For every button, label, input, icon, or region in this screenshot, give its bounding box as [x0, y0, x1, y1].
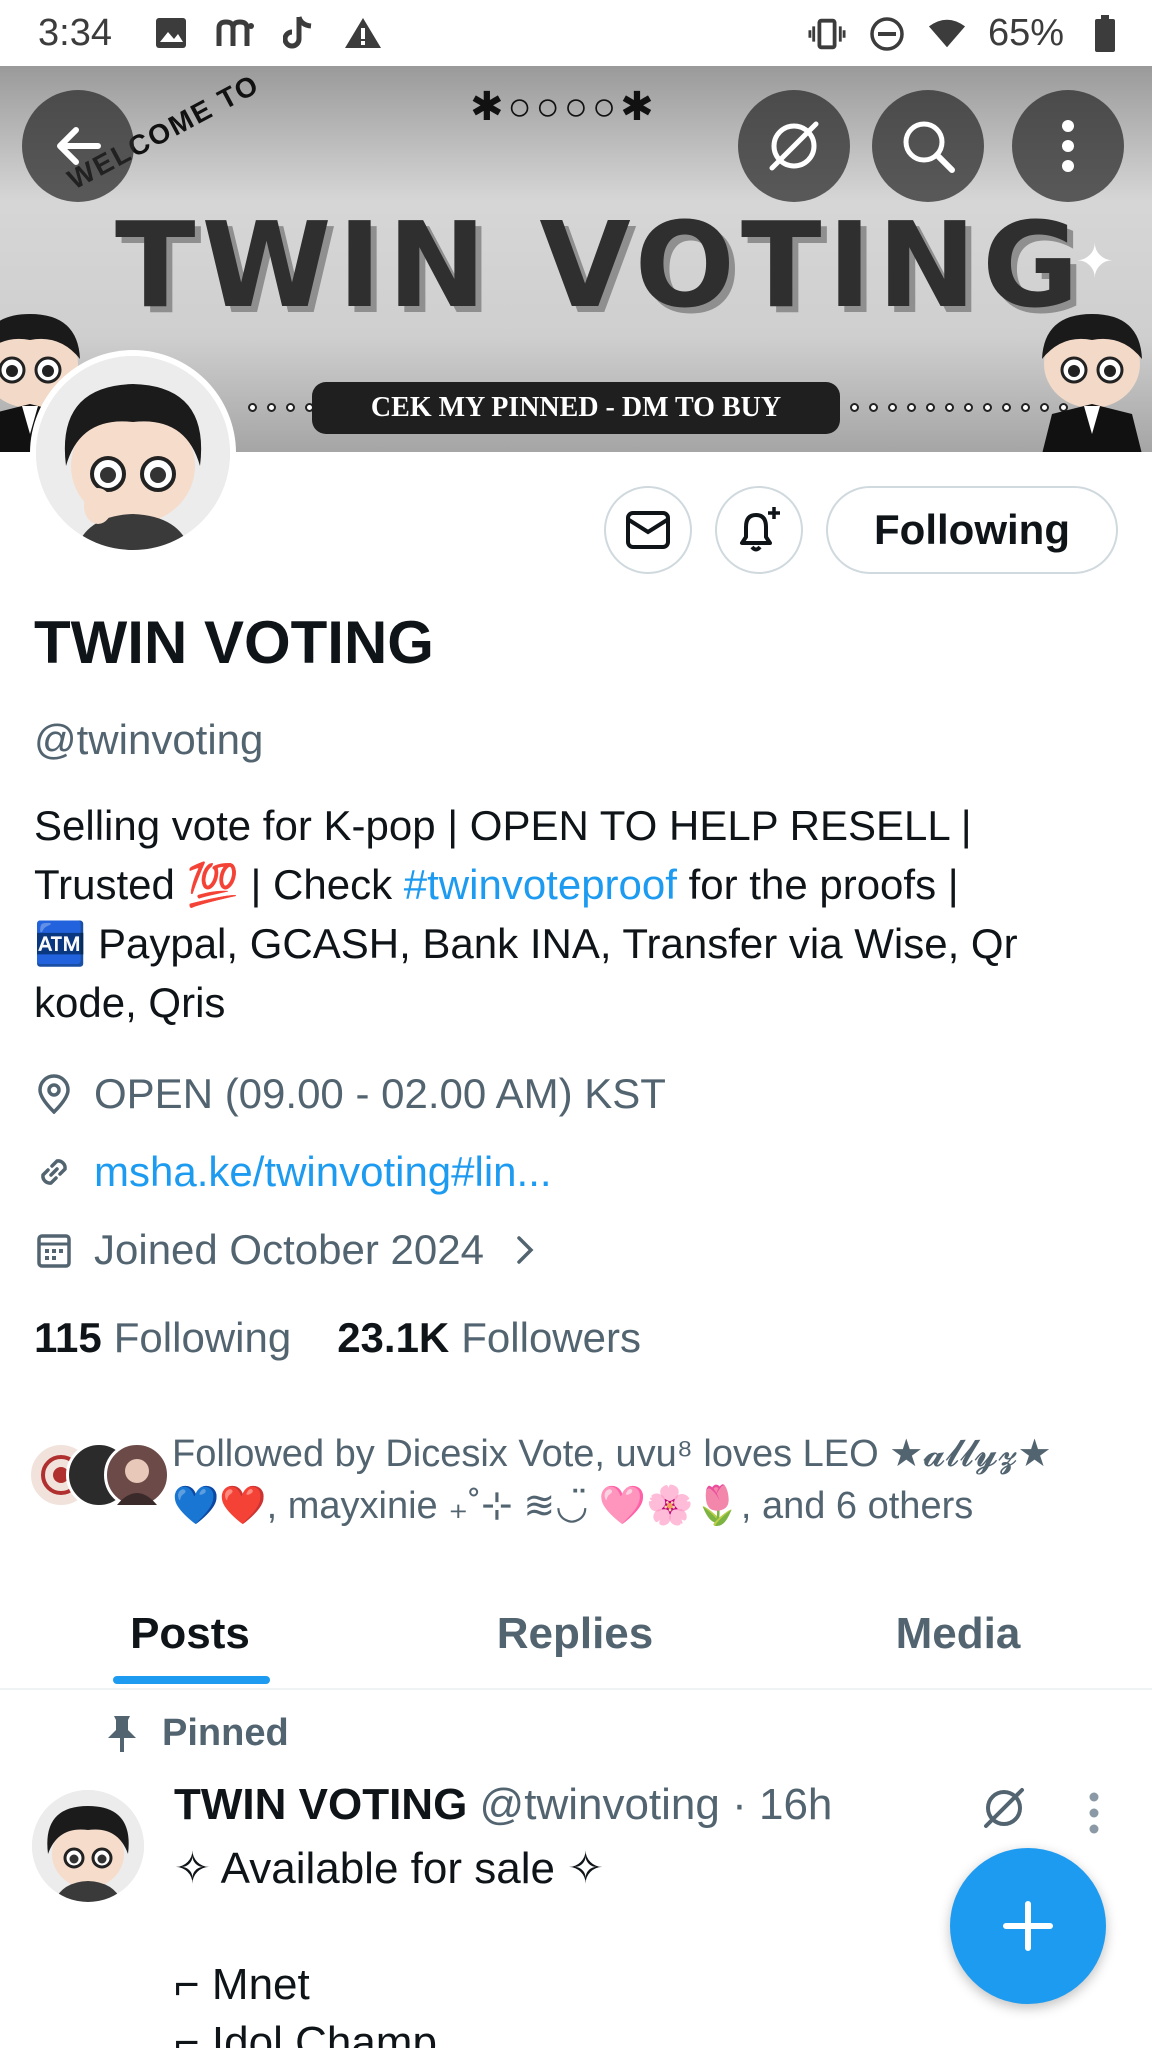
compose-button[interactable]	[950, 1848, 1106, 2004]
more-vertical-icon	[1062, 120, 1074, 172]
calendar-icon	[34, 1230, 74, 1270]
banner-decoration: ✱○○○○✱	[470, 85, 658, 129]
profile-avatar[interactable]	[30, 350, 236, 556]
m-app-icon	[216, 14, 254, 52]
website-link[interactable]: msha.ke/twinvoting#lin...	[94, 1148, 552, 1196]
location-pin-icon	[34, 1074, 74, 1114]
follower-avatar	[104, 1442, 170, 1508]
arrow-left-icon	[57, 127, 101, 165]
more-options-button[interactable]	[1012, 90, 1124, 202]
bio-line: kode, Qris	[34, 979, 226, 1026]
location-text: OPEN (09.00 - 02.00 AM) KST	[94, 1070, 666, 1117]
tab-posts[interactable]: Posts	[40, 1578, 340, 1690]
grok-icon[interactable]	[978, 1782, 1030, 1834]
following-label: Following	[113, 1314, 292, 1361]
follow-counts: 115 Following 23.1K Followers	[34, 1314, 641, 1362]
post-author-meta: @twinvoting · 16h	[479, 1780, 833, 1829]
bio-text: for the proofs |	[676, 861, 959, 908]
profile-handle: @twinvoting	[34, 716, 264, 763]
back-button[interactable]	[22, 90, 134, 202]
grok-icon	[769, 121, 819, 171]
grok-button[interactable]	[738, 90, 850, 202]
dnd-icon	[868, 15, 906, 53]
bio-line: Selling vote for K-pop | OPEN TO HELP RE…	[34, 802, 972, 849]
joined-row[interactable]: Joined October 2024	[34, 1226, 540, 1274]
post-body: ✧ Available for sale ✧ ⌐ Mnet ⌐ Idol Cha…	[174, 1844, 605, 2048]
display-name: TWIN VOTING	[34, 609, 434, 676]
sparkle-icon: ✦	[1075, 235, 1114, 287]
pinned-label: Pinned	[162, 1712, 289, 1754]
post-author-avatar[interactable]	[32, 1790, 144, 1902]
chevron-right-icon	[517, 1236, 534, 1264]
hashtag-link[interactable]: #twinvoteproof	[404, 861, 677, 908]
pin-icon	[108, 1715, 136, 1752]
more-vertical-icon[interactable]	[1080, 1790, 1108, 1836]
followed-by-line: 💙❤️, mayxinie ₊˚⊹ ≋◡̈ 🩷🌸🌷, and 6 others	[172, 1485, 974, 1527]
bio-text: Trusted 💯 | Check	[34, 861, 404, 908]
message-button[interactable]	[604, 486, 692, 574]
bell-plus-icon	[740, 507, 780, 552]
vibrate-icon	[808, 15, 846, 53]
joined-text: Joined October 2024	[94, 1226, 484, 1273]
tab-media[interactable]: Media	[808, 1578, 1108, 1690]
post-header: TWIN VOTING @twinvoting · 16h	[174, 1780, 832, 1830]
chibi-character-right	[1042, 314, 1142, 452]
banner-pill: CEK MY PINNED - DM TO BUY	[312, 382, 840, 434]
link-icon	[34, 1152, 74, 1192]
status-time: 3:34	[38, 12, 112, 54]
wifi-icon	[928, 15, 966, 53]
system-icons: 65%	[808, 12, 1124, 55]
search-icon	[903, 121, 955, 173]
post-author-name[interactable]: TWIN VOTING	[174, 1780, 467, 1829]
active-tab-indicator	[113, 1676, 270, 1684]
avatar-image	[36, 356, 230, 550]
followed-by-avatars	[28, 1442, 170, 1512]
followers-label: Followers	[461, 1314, 641, 1361]
bio-line: Trusted 💯 | Check #twinvoteproof for the…	[34, 855, 1124, 914]
location-row: OPEN (09.00 - 02.00 AM) KST	[34, 1070, 666, 1118]
banner-title: TWIN VOTING	[115, 196, 1085, 334]
following-count: 115	[34, 1314, 102, 1361]
tiktok-icon	[280, 14, 318, 52]
profile-tabs: Posts Replies Media	[0, 1578, 1152, 1690]
tab-replies[interactable]: Replies	[425, 1578, 725, 1690]
followed-by-line: Followed by Dicesix Vote, uvu⁸ loves LEO…	[172, 1433, 1052, 1475]
status-bar: 3:34 65%	[0, 0, 1152, 66]
search-button[interactable]	[872, 90, 984, 202]
followed-by-text: Followed by Dicesix Vote, uvu⁸ loves LEO…	[172, 1428, 1122, 1532]
followers-count: 23.1K	[337, 1314, 450, 1361]
plus-icon	[1003, 1901, 1053, 1951]
battery-percent: 65%	[987, 12, 1064, 54]
followers-count-link[interactable]: 23.1K Followers	[337, 1314, 641, 1362]
warning-icon	[344, 14, 382, 52]
image-icon	[152, 14, 190, 52]
following-button[interactable]: Following	[826, 486, 1118, 574]
notifications-button[interactable]	[715, 486, 803, 574]
mail-icon	[626, 511, 670, 549]
notification-icons	[152, 14, 382, 52]
pinned-indicator: Pinned	[104, 1712, 289, 1755]
profile-bio: Selling vote for K-pop | OPEN TO HELP RE…	[34, 796, 1124, 1032]
following-count-link[interactable]: 115 Following	[34, 1314, 291, 1362]
bio-line: 🏧 Paypal, GCASH, Bank INA, Transfer via …	[34, 920, 1018, 967]
followed-by-section[interactable]: Followed by Dicesix Vote, uvu⁸ loves LEO…	[28, 1428, 1128, 1548]
website-row[interactable]: msha.ke/twinvoting#lin...	[34, 1148, 552, 1196]
battery-icon	[1086, 14, 1124, 53]
